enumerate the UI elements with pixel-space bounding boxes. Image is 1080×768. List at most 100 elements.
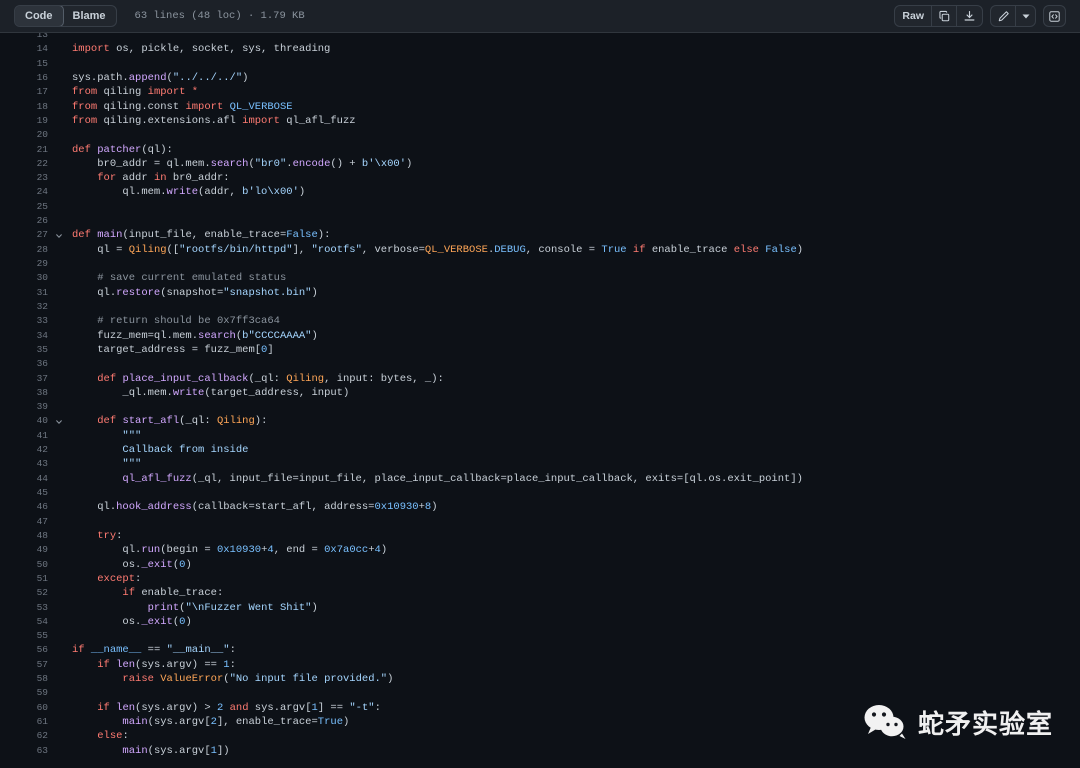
line-number: 53	[36, 601, 48, 613]
code-line: 22 br0_addr = ql.mem.search("br0".encode…	[0, 157, 1080, 171]
code-content: # return should be 0x7ff3ca64	[97, 315, 280, 328]
line-number: 37	[36, 372, 48, 384]
code-content	[66, 515, 1080, 529]
fold-spacer	[52, 214, 66, 228]
line-number: 19	[36, 114, 48, 126]
line-number: 28	[36, 243, 48, 255]
toolbar-actions: Raw	[894, 5, 1070, 27]
line-number: 41	[36, 429, 48, 441]
code-viewer[interactable]: 13 14 import os, pickle, socket, sys, thr…	[0, 33, 1080, 768]
code-line: 17 from qiling import *	[0, 85, 1080, 99]
code-content: fuzz_mem=ql.mem.search(b"CCCCAAAA")	[97, 329, 318, 342]
fold-spacer	[52, 558, 66, 572]
fold-spacer	[52, 357, 66, 371]
fold-spacer	[52, 643, 66, 657]
line-number: 20	[36, 129, 48, 141]
code-line: 58 raise ValueError("No input file provi…	[0, 672, 1080, 686]
line-number: 44	[36, 472, 48, 484]
fold-spacer	[52, 343, 66, 357]
line-number: 33	[36, 315, 48, 327]
line-number: 25	[36, 200, 48, 212]
code-line: 41 """	[0, 429, 1080, 443]
chevron-down-icon[interactable]	[1016, 6, 1035, 26]
copy-icon[interactable]	[932, 6, 957, 26]
line-number: 49	[36, 544, 48, 556]
line-number: 59	[36, 687, 48, 699]
raw-button[interactable]: Raw	[895, 6, 932, 26]
watermark-text: 蛇矛实验室	[918, 709, 1054, 740]
line-number: 14	[36, 43, 48, 55]
download-icon[interactable]	[957, 6, 982, 26]
fold-spacer	[52, 515, 66, 529]
code-content: ql = Qiling(["rootfs/bin/httpd"], "rootf…	[97, 243, 804, 256]
code-line: 47	[0, 515, 1080, 529]
line-number: 52	[36, 587, 48, 599]
line-number: 60	[36, 701, 48, 713]
code-line: 34 fuzz_mem=ql.mem.search(b"CCCCAAAA")	[0, 329, 1080, 343]
line-number: 23	[36, 172, 48, 184]
code-content: sys.path.append("../../../")	[72, 71, 249, 84]
line-number: 22	[36, 157, 48, 169]
code-content: Callback from inside	[122, 444, 249, 457]
line-number: 57	[36, 658, 48, 670]
wechat-logo	[864, 705, 906, 739]
code-line: 53 print("\nFuzzer Went Shit")	[0, 601, 1080, 615]
fold-spacer	[52, 33, 66, 42]
code-line: 49 ql.run(begin = 0x10930+4, end = 0x7a0…	[0, 543, 1080, 557]
line-number: 32	[36, 300, 48, 312]
code-lines-table: 13 14 import os, pickle, socket, sys, thr…	[0, 33, 1080, 758]
code-content	[66, 200, 1080, 214]
code-content	[66, 629, 1080, 643]
line-number: 51	[36, 572, 48, 584]
tab-code[interactable]: Code	[14, 6, 64, 26]
fold-spacer	[52, 729, 66, 743]
code-line: 50 os._exit(0)	[0, 558, 1080, 572]
code-line: 38 _ql.mem.write(target_address, input)	[0, 386, 1080, 400]
tab-blame[interactable]: Blame	[63, 6, 116, 26]
code-symbols-icon[interactable]	[1043, 5, 1066, 27]
code-content: ql_afl_fuzz(_ql, input_file=input_file, …	[122, 472, 803, 485]
fold-spacer	[52, 429, 66, 443]
file-toolbar: Code Blame 63 lines (48 loc) · 1.79 KB R…	[0, 0, 1080, 33]
fold-chevron-icon[interactable]	[52, 228, 66, 242]
code-line: 16 sys.path.append("../../../")	[0, 71, 1080, 85]
code-content: if enable_trace:	[122, 587, 224, 600]
code-content: os._exit(0)	[122, 615, 192, 628]
code-line: 18 from qiling.const import QL_VERBOSE	[0, 100, 1080, 114]
code-content: br0_addr = ql.mem.search("br0".encode() …	[97, 157, 413, 170]
code-line: 39	[0, 400, 1080, 414]
fold-spacer	[52, 185, 66, 199]
fold-spacer	[52, 42, 66, 56]
code-content: def patcher(ql):	[72, 143, 173, 156]
line-number: 27	[36, 229, 48, 241]
code-content: except:	[97, 572, 142, 585]
line-number: 61	[36, 716, 48, 727]
fold-spacer	[52, 457, 66, 471]
code-line: 20	[0, 128, 1080, 142]
line-number: 16	[36, 71, 48, 83]
fold-spacer	[52, 71, 66, 85]
fold-spacer	[52, 57, 66, 71]
code-line: 33 # return should be 0x7ff3ca64	[0, 314, 1080, 328]
code-line: 23 for addr in br0_addr:	[0, 171, 1080, 185]
line-number: 34	[36, 329, 48, 341]
fold-spacer	[52, 715, 66, 729]
code-line: 36	[0, 357, 1080, 371]
code-line: 42 Callback from inside	[0, 443, 1080, 457]
fold-spacer	[52, 486, 66, 500]
line-number: 47	[36, 515, 48, 527]
fold-chevron-icon[interactable]	[52, 414, 66, 428]
line-number: 17	[36, 86, 48, 98]
code-line: 43 """	[0, 457, 1080, 471]
pencil-icon[interactable]	[991, 6, 1016, 26]
line-number: 13	[36, 33, 48, 40]
line-number: 58	[36, 673, 48, 685]
fold-spacer	[52, 128, 66, 142]
code-line: 40 def start_afl(_ql: Qiling):	[0, 414, 1080, 428]
code-line: 45	[0, 486, 1080, 500]
code-content: os._exit(0)	[122, 558, 192, 571]
fold-spacer	[52, 529, 66, 543]
code-blame-tabs[interactable]: Code Blame	[14, 5, 117, 27]
code-content	[66, 357, 1080, 371]
code-content: """	[122, 458, 142, 471]
